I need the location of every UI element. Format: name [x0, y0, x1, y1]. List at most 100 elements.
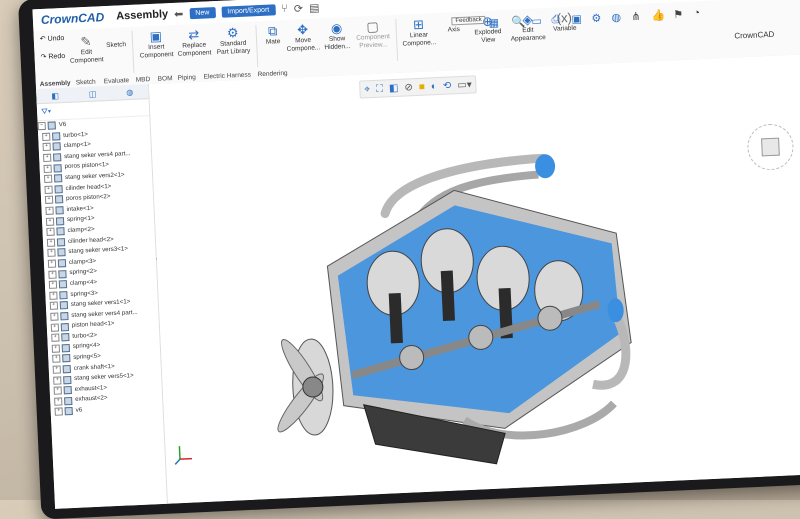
- import-export-button[interactable]: Import/Export: [221, 3, 276, 18]
- globe-icon[interactable]: ◍: [611, 11, 621, 24]
- expand-toggle[interactable]: +: [53, 386, 62, 395]
- part-icon: [56, 227, 65, 236]
- expand-toggle[interactable]: +: [50, 312, 59, 321]
- expand-toggle[interactable]: +: [46, 227, 55, 237]
- move-component-button[interactable]: ✥ Move Compone...: [285, 22, 321, 54]
- app-screen: CrownCAD Assembly ⬅ New Import/Export ⑂ …: [32, 0, 800, 509]
- tab-rendering[interactable]: Rendering: [257, 70, 287, 78]
- part-icon: [64, 407, 73, 416]
- expand-toggle[interactable]: +: [51, 344, 61, 353]
- bookmark-icon[interactable]: ⚑: [673, 8, 683, 21]
- insert-component-button[interactable]: ▣ Insert Component: [138, 29, 175, 61]
- show-hidden-button[interactable]: ◉ Show Hidden...: [321, 20, 352, 52]
- tab-piping[interactable]: Piping: [178, 74, 196, 82]
- expand-toggle[interactable]: +: [54, 407, 63, 417]
- view-cube[interactable]: [761, 137, 780, 157]
- edit-component-icon: ✎: [80, 33, 92, 50]
- globe-tab-icon[interactable]: ◍: [126, 87, 133, 96]
- share-icon[interactable]: ⋔: [631, 10, 641, 23]
- expand-toggle[interactable]: +: [42, 143, 51, 152]
- sketch-label: Sketch: [106, 41, 127, 50]
- print-icon[interactable]: ⎙: [551, 13, 560, 26]
- expand-toggle[interactable]: +: [43, 153, 52, 163]
- thumbs-up-icon[interactable]: 👍: [651, 9, 665, 23]
- part-icon: [64, 396, 73, 406]
- sketch-button[interactable]: Sketch: [104, 41, 128, 50]
- gear-icon[interactable]: ⚙: [591, 12, 601, 25]
- separator: [255, 25, 259, 68]
- expand-toggle[interactable]: +: [45, 217, 55, 226]
- 3d-viewport[interactable]: ⌖ ⛶ ◧ ⊘ ■ ◐ ⟲ ▭▾: [148, 53, 800, 504]
- expand-toggle[interactable]: +: [44, 185, 53, 194]
- expand-toggle[interactable]: +: [51, 333, 60, 343]
- expand-toggle[interactable]: +: [43, 174, 53, 184]
- collapse-toggle[interactable]: −: [37, 122, 46, 131]
- grid-icon[interactable]: ▦: [488, 16, 499, 29]
- cube-tab-icon[interactable]: ◧: [51, 91, 59, 100]
- expand-toggle[interactable]: +: [50, 323, 60, 332]
- back-arrow-icon[interactable]: ⬅: [174, 7, 184, 20]
- axis-button[interactable]: Axis: [442, 26, 466, 35]
- part-icon: [53, 153, 62, 162]
- axis-label: Axis: [447, 25, 461, 34]
- expand-toggle[interactable]: +: [53, 375, 62, 385]
- user-icon[interactable]: ◔: [693, 7, 700, 19]
- assembly-icon: [47, 121, 56, 131]
- expand-toggle[interactable]: +: [47, 259, 57, 268]
- expand-toggle[interactable]: +: [42, 132, 51, 141]
- expand-toggle[interactable]: +: [49, 301, 59, 311]
- expand-toggle[interactable]: +: [54, 397, 63, 406]
- expand-toggle[interactable]: +: [52, 354, 61, 364]
- feedback-button[interactable]: Feedback: [451, 15, 486, 26]
- part-icon: [58, 269, 67, 279]
- expand-toggle[interactable]: +: [43, 164, 52, 173]
- part-icon: [61, 333, 70, 342]
- part-icon: [54, 195, 64, 204]
- undo-button[interactable]: ↶ Undo: [40, 34, 65, 43]
- part-icon: [56, 237, 66, 247]
- expand-toggle[interactable]: +: [49, 291, 58, 300]
- tab-mbd[interactable]: MBD: [136, 76, 151, 84]
- tab-assembly[interactable]: Assembly: [40, 80, 71, 88]
- app-logo: CrownCAD: [40, 10, 105, 27]
- replace-component-button[interactable]: ⇄ Replace Component: [175, 27, 212, 59]
- separator: [131, 30, 135, 73]
- mate-button[interactable]: ⧉ Mate: [261, 23, 284, 47]
- tab-evaluate[interactable]: Evaluate: [104, 77, 130, 85]
- expand-toggle[interactable]: +: [44, 196, 54, 205]
- document-icon[interactable]: ▤: [309, 1, 320, 14]
- expand-toggle[interactable]: +: [48, 280, 58, 290]
- edit-component-button[interactable]: ✎ Edit Component: [70, 33, 104, 65]
- move-component-label: Move Compone...: [286, 36, 321, 53]
- linear-component-button[interactable]: ⊞ Linear Compone...: [399, 17, 438, 49]
- part-icon: [60, 312, 69, 321]
- redo-button[interactable]: ↷ Redo: [40, 52, 65, 61]
- fan: [277, 338, 334, 436]
- save-icon[interactable]: ▣: [571, 12, 582, 25]
- layers-tab-icon[interactable]: ◫: [89, 89, 97, 98]
- tab-bom[interactable]: BOM: [158, 75, 173, 83]
- feature-tree-panel: ◧ ◫ ◍ ⛛▾ − V6 + turbo<1> + clamp<1> + stang s…: [36, 84, 169, 509]
- library-icon: ⚙: [226, 25, 239, 41]
- undo-label: Undo: [47, 34, 65, 43]
- part-icon: [57, 248, 66, 257]
- part-icon: [59, 290, 68, 300]
- part-icon: [60, 322, 70, 331]
- expand-toggle[interactable]: +: [47, 248, 56, 258]
- tree-item-label: v6: [75, 406, 83, 414]
- refresh-icon[interactable]: ⟳: [294, 2, 304, 15]
- expand-toggle[interactable]: +: [46, 238, 56, 247]
- expand-toggle[interactable]: +: [45, 206, 54, 216]
- search-icon[interactable]: 🔍: [511, 15, 525, 29]
- new-button[interactable]: New: [189, 6, 216, 19]
- expand-toggle[interactable]: +: [48, 270, 57, 279]
- expand-toggle[interactable]: +: [52, 365, 61, 374]
- mate-icon: ⧉: [267, 23, 278, 39]
- component-preview-button[interactable]: ▢ Component Preview...: [353, 19, 392, 51]
- screen-icon[interactable]: ▭: [531, 14, 542, 27]
- tab-sketch[interactable]: Sketch: [76, 79, 96, 87]
- branch-icon[interactable]: ⑂: [281, 3, 288, 15]
- standard-part-library-button[interactable]: ⚙ Standard Part Library: [213, 25, 252, 57]
- part-icon: [52, 142, 61, 152]
- engine-model[interactable]: [149, 53, 800, 503]
